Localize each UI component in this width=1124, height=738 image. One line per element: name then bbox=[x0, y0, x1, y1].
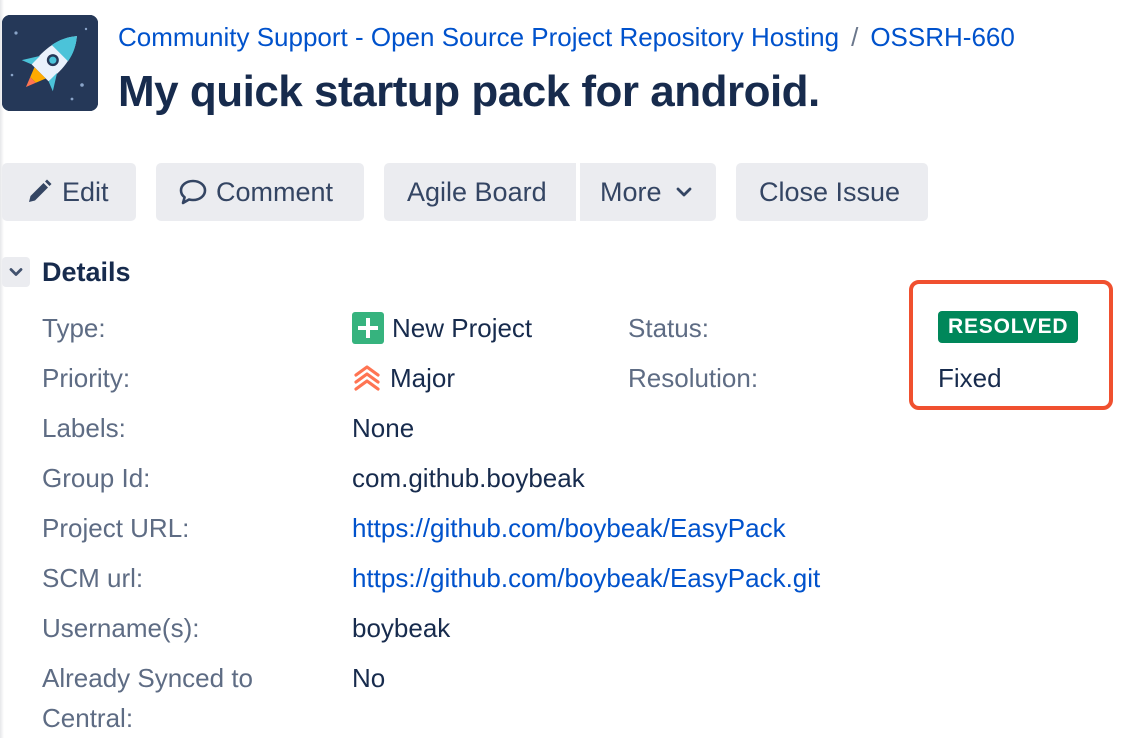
group-id-value: com.github.boybeak bbox=[352, 463, 585, 493]
agile-board-button-label: Agile Board bbox=[407, 177, 547, 207]
close-issue-button[interactable]: Close Issue bbox=[736, 163, 928, 221]
type-label: Type: bbox=[42, 313, 106, 343]
labels-value: None bbox=[352, 413, 415, 443]
agile-board-button[interactable]: Agile Board bbox=[384, 163, 576, 221]
priority-major-icon bbox=[352, 363, 382, 393]
usernames-label: Username(s): bbox=[42, 613, 200, 643]
type-value: New Project bbox=[352, 308, 532, 348]
already-synced-label-line1: Already Synced to bbox=[42, 663, 254, 693]
breadcrumb-project-link[interactable]: Community Support - Open Source Project … bbox=[118, 22, 839, 52]
priority-label: Priority: bbox=[42, 363, 131, 393]
chevron-down-icon bbox=[9, 267, 23, 277]
comment-button-label: Comment bbox=[216, 177, 334, 207]
breadcrumb: Community Support - Open Source Project … bbox=[118, 20, 1015, 54]
already-synced-label-line2: Central: bbox=[42, 703, 134, 733]
close-issue-button-label: Close Issue bbox=[759, 177, 901, 207]
edit-button-label: Edit bbox=[62, 177, 109, 207]
scm-url-label: SCM url: bbox=[42, 563, 144, 593]
comment-icon bbox=[178, 178, 208, 206]
edit-button[interactable]: Edit bbox=[2, 163, 136, 221]
scm-url-link[interactable]: https://github.com/boybeak/EasyPack.git bbox=[352, 558, 820, 598]
page-edge bbox=[0, 0, 4, 738]
comment-button[interactable]: Comment bbox=[156, 163, 364, 221]
pencil-icon bbox=[26, 179, 52, 205]
status-label: Status: bbox=[628, 313, 709, 343]
project-url-label: Project URL: bbox=[42, 513, 190, 543]
priority-value-text: Major bbox=[390, 363, 456, 393]
more-dropdown-button[interactable]: More bbox=[580, 163, 716, 221]
more-button-label: More bbox=[600, 177, 662, 207]
breadcrumb-separator: / bbox=[851, 22, 859, 52]
breadcrumb-issue-key-link[interactable]: OSSRH-660 bbox=[870, 22, 1015, 52]
highlight-annotation-box bbox=[909, 280, 1113, 410]
details-collapse-toggle[interactable] bbox=[2, 257, 30, 287]
type-value-text: New Project bbox=[392, 313, 533, 343]
details-section-title[interactable]: Details bbox=[42, 254, 131, 290]
chevron-down-icon bbox=[676, 186, 692, 198]
project-avatar-rocket-icon[interactable] bbox=[2, 15, 98, 111]
group-id-label: Group Id: bbox=[42, 463, 151, 493]
priority-value: Major bbox=[352, 358, 455, 398]
usernames-value: boybeak bbox=[352, 613, 451, 643]
issue-title[interactable]: My quick startup pack for android. bbox=[118, 62, 820, 122]
labels-label: Labels: bbox=[42, 413, 126, 443]
resolution-label: Resolution: bbox=[628, 363, 759, 393]
new-project-icon bbox=[352, 312, 384, 345]
project-url-link[interactable]: https://github.com/boybeak/EasyPack bbox=[352, 508, 786, 548]
already-synced-value: No bbox=[352, 663, 386, 693]
